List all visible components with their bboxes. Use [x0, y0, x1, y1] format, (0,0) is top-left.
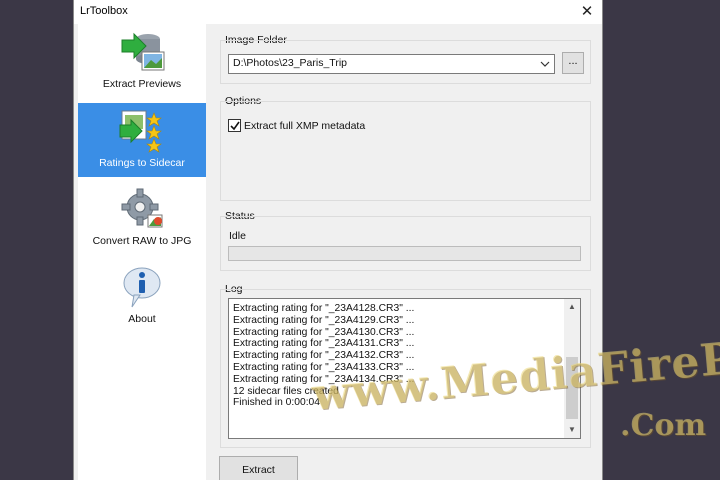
database-image-icon	[121, 32, 165, 71]
options-group	[220, 101, 591, 201]
browse-button[interactable]: ...	[562, 52, 584, 74]
status-text: Idle	[229, 230, 246, 242]
image-folder-combo[interactable]: D:\Photos\23_Paris_Trip	[228, 54, 555, 74]
gear-icon	[121, 188, 163, 228]
close-icon: ✕	[580, 3, 594, 20]
xmp-checkbox-label[interactable]: Extract full XMP metadata	[244, 120, 365, 132]
sidebar-item-label: About	[128, 313, 156, 325]
scroll-thumb[interactable]	[566, 357, 578, 419]
chevron-down-icon[interactable]	[538, 56, 552, 72]
log-line: Extracting rating for "_23A4134.CR3" ...	[233, 373, 415, 385]
sidebar-item-label: Convert RAW to JPG	[92, 235, 192, 247]
progress-bar	[228, 246, 581, 261]
log-line: Extracting rating for "_23A4129.CR3" ...	[233, 314, 415, 326]
stars-icon	[119, 110, 162, 153]
image-folder-value: D:\Photos\23_Paris_Trip	[233, 57, 347, 69]
log-scrollbar[interactable]: ▲ ▼	[564, 299, 580, 438]
sidebar: Extract Previews Ratings to Sidecar Conv…	[78, 24, 206, 480]
sidebar-item-label: Extract Previews	[102, 78, 182, 90]
sidebar-item-convert-raw[interactable]: Convert RAW to JPG	[78, 181, 206, 255]
log-line: Extracting rating for "_23A4132.CR3" ...	[233, 350, 415, 362]
sidebar-item-label: Ratings to Sidecar	[99, 157, 185, 169]
log-line: Extracting rating for "_23A4133.CR3" ...	[233, 361, 415, 373]
log-lines: Extracting rating for "_23A4128.CR3" ...…	[233, 303, 563, 409]
close-button[interactable]: ✕	[572, 0, 602, 24]
app-window: LrToolbox ✕ Extract Previews Ratings to …	[73, 0, 603, 480]
watermark-sub: .Com	[620, 408, 707, 443]
log-line: 12 sidecar files created	[233, 385, 339, 397]
title-bar: LrToolbox ✕	[74, 0, 602, 24]
log-textarea[interactable]: Extracting rating for "_23A4128.CR3" ...…	[228, 298, 581, 439]
window-title: LrToolbox	[80, 5, 128, 17]
xmp-checkbox[interactable]	[228, 119, 241, 132]
log-line: Finished in 0:00:04	[233, 397, 321, 409]
sidebar-item-ratings-to-sidecar[interactable]: Ratings to Sidecar	[78, 103, 206, 177]
status-group	[220, 216, 591, 271]
extract-button[interactable]: Extract	[219, 456, 298, 480]
scroll-down-icon[interactable]: ▼	[564, 422, 580, 438]
scroll-up-icon[interactable]: ▲	[564, 299, 580, 315]
sidebar-item-extract-previews[interactable]: Extract Previews	[78, 24, 206, 98]
info-icon	[123, 267, 161, 308]
log-line: Extracting rating for "_23A4130.CR3" ...	[233, 326, 415, 338]
log-line: Extracting rating for "_23A4128.CR3" ...	[233, 303, 415, 314]
log-line: Extracting rating for "_23A4131.CR3" ...	[233, 338, 415, 350]
sidebar-item-about[interactable]: About	[78, 259, 206, 333]
checkmark-icon	[230, 121, 240, 131]
